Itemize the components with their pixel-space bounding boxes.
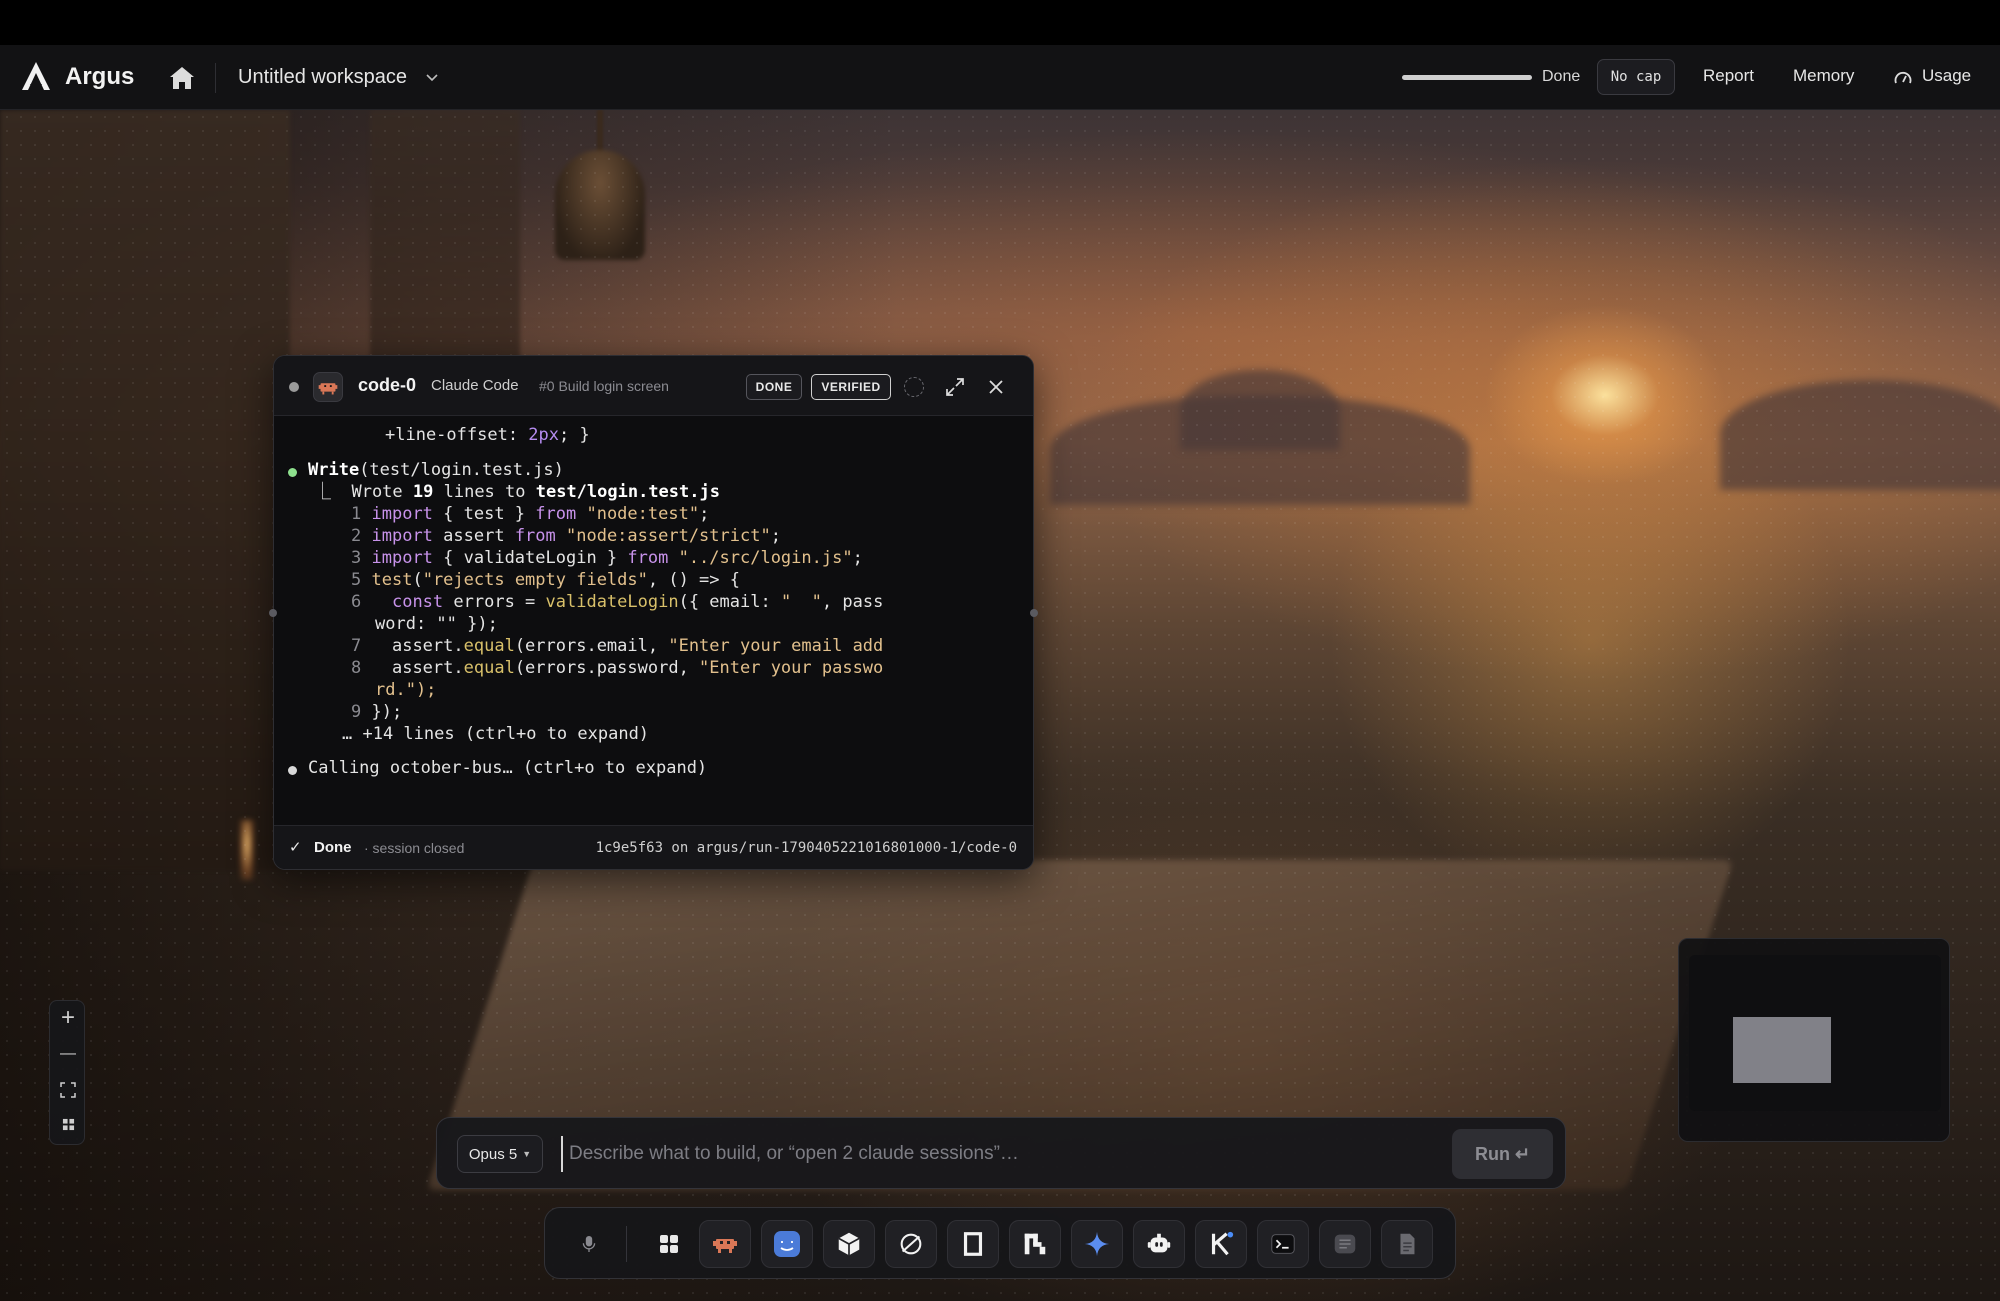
dock-pixel[interactable] — [1009, 1220, 1061, 1268]
dock-robot[interactable] — [1133, 1220, 1185, 1268]
dock-document[interactable] — [1381, 1220, 1433, 1268]
zoom-controls: + — — [49, 1000, 85, 1145]
footer-status: Done — [314, 839, 352, 856]
apps-button[interactable] — [643, 1220, 695, 1268]
done-badge: DONE — [746, 374, 802, 400]
log-line: ⎿ Wrote 19 lines to test/login.test.js — [314, 482, 720, 502]
cap-toggle-button[interactable]: No cap — [1597, 59, 1675, 95]
session-status-dot — [289, 382, 299, 392]
session-footer: ✓ Done · session closed 1c9e5f63 on argu… — [274, 825, 1033, 869]
expand-icon[interactable] — [944, 376, 966, 398]
footer-detail: · session closed — [364, 840, 465, 856]
code-line: 2 import assert from "node:assert/strict… — [351, 526, 781, 546]
terminal-icon — [1271, 1234, 1295, 1254]
resize-handle-right[interactable] — [1030, 609, 1038, 617]
pending-bullet — [288, 766, 297, 775]
session-name: code-0 — [358, 375, 417, 395]
minimap-viewport[interactable] — [1733, 1017, 1831, 1083]
session-task: #0 Build login screen — [539, 378, 669, 394]
workspace-name[interactable]: Untitled workspace — [238, 66, 407, 89]
code-line: 6 const errors = validateLogin({ email: … — [351, 592, 884, 612]
apps-grid-icon — [660, 1235, 678, 1253]
code-line: 8 assert.equal(errors.password, "Enter y… — [351, 658, 884, 678]
zoom-in-button[interactable]: + — [50, 1001, 86, 1035]
frame-icon — [963, 1232, 983, 1256]
openai-icon — [900, 1233, 922, 1255]
code-line: 5 test("rejects empty fields", () => { — [351, 570, 740, 590]
run-progress-bar — [1402, 75, 1532, 80]
dock-notes[interactable] — [1319, 1220, 1371, 1268]
check-icon: ✓ — [289, 839, 302, 856]
argus-logo-icon[interactable] — [18, 59, 54, 95]
prompt-bar: Opus 5 ▼ Run ↵ — [436, 1117, 1566, 1189]
gemini-icon — [1084, 1231, 1110, 1257]
minimap-canvas — [1689, 955, 1941, 1111]
top-bar: Argus Untitled workspace Done No cap Rep… — [0, 45, 2000, 110]
cube-icon — [838, 1232, 860, 1256]
grid-icon — [62, 1118, 74, 1130]
app-brand: Argus — [65, 63, 135, 90]
model-selector[interactable]: Opus 5 ▼ — [457, 1135, 543, 1173]
session-window[interactable]: code-0 Claude Code #0 Build login screen… — [273, 355, 1034, 870]
run-button[interactable]: Run ↵ — [1452, 1129, 1553, 1179]
grid-view-button[interactable] — [50, 1107, 86, 1141]
spinner-icon — [904, 377, 924, 397]
session-agent: Claude Code — [431, 377, 519, 394]
dock-gemini[interactable] — [1071, 1220, 1123, 1268]
fit-view-icon — [60, 1082, 76, 1098]
code-line: word: "" }); — [375, 614, 498, 634]
finder-icon — [774, 1231, 800, 1257]
k-icon — [1211, 1231, 1234, 1256]
mic-icon — [582, 1236, 596, 1252]
verified-badge: VERIFIED — [811, 374, 891, 400]
header-divider — [215, 63, 216, 93]
pixel-icon — [1024, 1233, 1046, 1255]
robot-icon — [1147, 1233, 1171, 1253]
report-link[interactable]: Report — [1703, 66, 1754, 86]
code-line: rd."); — [375, 680, 437, 700]
dock-terminal[interactable] — [1257, 1220, 1309, 1268]
document-icon — [1400, 1233, 1415, 1255]
run-status-text: Done — [1542, 68, 1581, 85]
zoom-out-button[interactable]: — — [50, 1037, 86, 1071]
claude-code-icon — [313, 372, 343, 402]
prompt-input[interactable] — [561, 1136, 1431, 1172]
claude-code-icon — [713, 1239, 737, 1253]
caret-down-icon: ▼ — [522, 1149, 532, 1159]
session-header[interactable]: code-0 Claude Code #0 Build login screen… — [274, 356, 1033, 416]
dock-divider — [626, 1226, 627, 1262]
log-line: +line-offset: 2px; } — [385, 425, 590, 445]
close-icon[interactable] — [986, 377, 1006, 397]
app-dock — [544, 1207, 1456, 1279]
code-line: 1 import { test } from "node:test"; — [351, 504, 710, 524]
dock-openai[interactable] — [885, 1220, 937, 1268]
log-line: Write(test/login.test.js) — [308, 460, 564, 480]
code-line: 9 }); — [351, 702, 403, 722]
gauge-icon[interactable] — [1893, 69, 1913, 87]
home-icon[interactable] — [168, 65, 196, 91]
notes-icon — [1334, 1234, 1356, 1254]
fit-view-button[interactable] — [50, 1073, 86, 1107]
top-black-strip — [0, 0, 2000, 45]
usage-link[interactable]: Usage — [1922, 66, 1971, 86]
model-label: Opus 5 — [468, 1145, 518, 1163]
dock-cube[interactable] — [823, 1220, 875, 1268]
code-line: 7 assert.equal(errors.email, "Enter your… — [351, 636, 884, 656]
minimap[interactable] — [1678, 938, 1950, 1142]
session-log[interactable]: +line-offset: 2px; } Write(test/login.te… — [274, 417, 1033, 817]
mic-button[interactable] — [563, 1220, 615, 1268]
dock-finder[interactable] — [761, 1220, 813, 1268]
success-bullet — [288, 468, 297, 477]
dock-frame[interactable] — [947, 1220, 999, 1268]
dock-k[interactable] — [1195, 1220, 1247, 1268]
chevron-down-icon[interactable] — [424, 69, 440, 85]
footer-commit: 1c9e5f63 on argus/run-179040522101680100… — [595, 840, 1017, 856]
dock-claude-code[interactable] — [699, 1220, 751, 1268]
resize-handle-left[interactable] — [269, 609, 277, 617]
code-line: 3 import { validateLogin } from "../src/… — [351, 548, 863, 568]
memory-link[interactable]: Memory — [1793, 66, 1854, 86]
expand-hint[interactable]: … +14 lines (ctrl+o to expand) — [342, 724, 649, 746]
log-line[interactable]: Calling october-bus… (ctrl+o to expand) — [308, 758, 707, 780]
